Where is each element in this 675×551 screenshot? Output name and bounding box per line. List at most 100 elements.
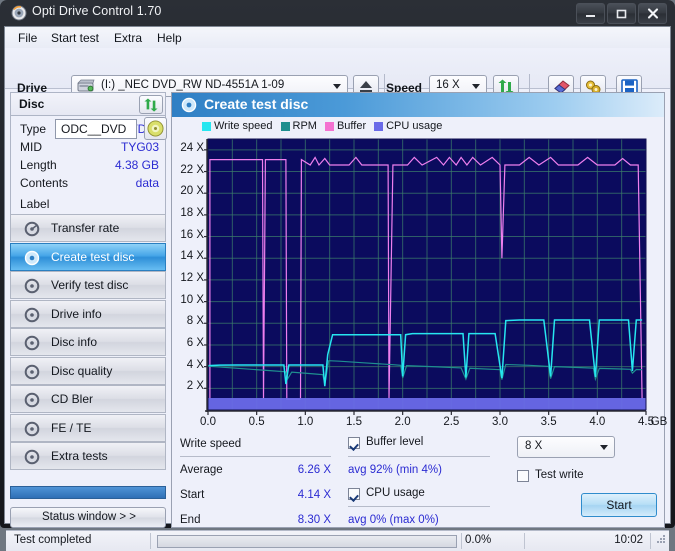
x-axis-tick-label: 2.5 (443, 416, 460, 428)
legend-item-write-speed: Write speed (202, 120, 273, 132)
cd-bler-icon (24, 392, 40, 408)
y-axis-tick-label: 4 X (186, 358, 204, 371)
stat-value-start: 4.14 X (297, 489, 331, 501)
legend-swatch (280, 121, 290, 131)
sidebar-item-extra-tests[interactable]: Extra tests (10, 442, 166, 470)
menu-item-extra[interactable]: Extra (109, 30, 147, 46)
start-button[interactable]: Start (581, 493, 657, 517)
test-write-label: Test write (535, 469, 584, 481)
menu-item-start-test[interactable]: Start test (46, 30, 104, 46)
fe-te-icon (24, 421, 40, 437)
progress-percent: 0.0% (465, 534, 492, 546)
disc-row-value: TYG03 (120, 140, 159, 154)
elapsed-time: 10:02 (614, 534, 643, 546)
y-axis-tick-label: 12 X (180, 271, 204, 284)
x-axis-tick-label: 1.5 (346, 416, 362, 428)
sidebar-item-transfer-rate[interactable]: Transfer rate (10, 214, 166, 242)
y-axis-tick-label: 2 X (186, 380, 204, 393)
legend-label: Write speed (214, 120, 273, 132)
buffer-level-checkbox[interactable] (348, 437, 360, 449)
menu-item-file[interactable]: File (13, 30, 42, 46)
write-speed-select[interactable]: 8 X (517, 436, 615, 458)
sidebar-item-disc-info[interactable]: Disc info (10, 328, 166, 356)
cpu-usage-value: avg 0% (max 0%) (348, 514, 439, 526)
sidebar-item-cd-bler[interactable]: CD Bler (10, 385, 166, 413)
sidebar-item-label: Disc quality (51, 364, 113, 378)
disc-row-length: Length 4.38 GB (11, 157, 167, 176)
disc-icon (181, 97, 197, 113)
buffer-level-label: Buffer level (366, 436, 424, 448)
chart-area: 2 X 4 X 6 X 8 X 10 X 12 X 14 X 16 X 18 X 20 X 22 X… (172, 133, 667, 483)
x-axis-unit-label: GB (650, 416, 668, 428)
y-axis-tick-label: 8 X (186, 315, 204, 328)
y-axis-tick-label: 18 X (180, 206, 204, 219)
window-controls (576, 3, 667, 24)
title-bar: Opti Drive Control 1.70 (0, 0, 675, 26)
close-button[interactable] (638, 3, 667, 24)
progress-bar (157, 535, 457, 548)
toolbar: Drive (I:) _NEC DVD_RW ND-4551A 1-09 Spe… (5, 48, 670, 98)
y-axis-tick-label: 14 X (180, 250, 204, 263)
sidebar-item-drive-info[interactable]: Drive info (10, 300, 166, 328)
drive-info-icon (24, 307, 40, 323)
disc-quality-icon (24, 364, 40, 380)
sidebar-item-label: Drive info (51, 307, 102, 321)
stat-value-end: 8.30 X (297, 514, 331, 526)
disc-icon (24, 250, 40, 266)
y-axis-tick-label: 6 X (186, 336, 204, 349)
divider (180, 456, 331, 457)
y-axis-tick-label: 16 X (180, 228, 204, 241)
sidebar-item-label: Disc info (51, 335, 98, 349)
stat-value-average: 6.26 X (297, 464, 331, 476)
gauge-icon (24, 221, 40, 237)
x-axis-tick-label: 0.0 (200, 416, 216, 428)
disc-refresh-button[interactable] (139, 95, 163, 114)
disc-check-icon (24, 278, 40, 294)
legend-item-cpu-usage: CPU usage (374, 120, 442, 132)
sidebar-item-disc-quality[interactable]: Disc quality (10, 357, 166, 385)
legend-item-buffer: Buffer (324, 120, 366, 132)
disc-label-input[interactable]: ODC__DVD (55, 119, 137, 139)
disc-label-button[interactable] (144, 117, 167, 140)
sidebar-item-fe-te[interactable]: FE / TE (10, 414, 166, 442)
start-button-label: Start (606, 498, 632, 512)
disc-row-key: Type (20, 122, 47, 136)
content-panel: Create test disc Write speed RPM Buffer (171, 92, 667, 528)
chevron-down-icon (472, 84, 480, 89)
disc-row-mid: MID TYG03 (11, 139, 167, 158)
legend-swatch (324, 121, 334, 131)
maximize-button[interactable] (607, 3, 636, 24)
legend-label: RPM (292, 120, 317, 132)
cpu-usage-label: CPU usage (366, 487, 425, 499)
buffer-level-value: avg 92% (min 4%) (348, 464, 442, 476)
chart-legend: Write speed RPM Buffer CPU usage (202, 119, 446, 133)
y-axis-tick-label: 10 X (180, 293, 204, 306)
menu-item-help[interactable]: Help (152, 30, 187, 46)
sidebar-item-verify-test-disc[interactable]: Verify test disc (10, 271, 166, 299)
minimize-button[interactable] (576, 3, 605, 24)
panel-title: Create test disc (204, 96, 309, 112)
menu-bar: File Start test Extra Help (5, 27, 670, 48)
test-write-checkbox[interactable] (517, 470, 529, 482)
x-axis-tick-label: 4.0 (589, 416, 606, 428)
write-speed-section-title: Write speed (180, 438, 242, 450)
resize-grip-icon[interactable] (655, 531, 666, 549)
legend-swatch (374, 121, 384, 131)
divider (348, 506, 490, 507)
sidebar-item-label: CD Bler (51, 392, 94, 406)
stat-key-average: Average (180, 464, 223, 476)
disc-panel-title: Disc (19, 97, 45, 111)
disc-row-key: Length (20, 158, 57, 172)
disc-label-value: ODC__DVD (61, 122, 127, 136)
disc-panel-header: Disc (10, 92, 166, 116)
app-window: Opti Drive Control 1.70 File Start test … (0, 0, 675, 551)
y-axis-tick-label: 22 X (180, 163, 204, 176)
disc-row-value: 4.38 GB (114, 158, 159, 172)
sidebar-accent-strip (10, 486, 166, 499)
disc-row-key: MID (20, 140, 42, 154)
disc-row-contents: Contents data (11, 175, 167, 194)
cpu-usage-checkbox[interactable] (348, 488, 360, 500)
sidebar-item-create-test-disc[interactable]: Create test disc (10, 243, 166, 271)
status-window-button-label: Status window > > (42, 511, 136, 523)
status-window-button[interactable]: Status window > > (10, 507, 166, 528)
